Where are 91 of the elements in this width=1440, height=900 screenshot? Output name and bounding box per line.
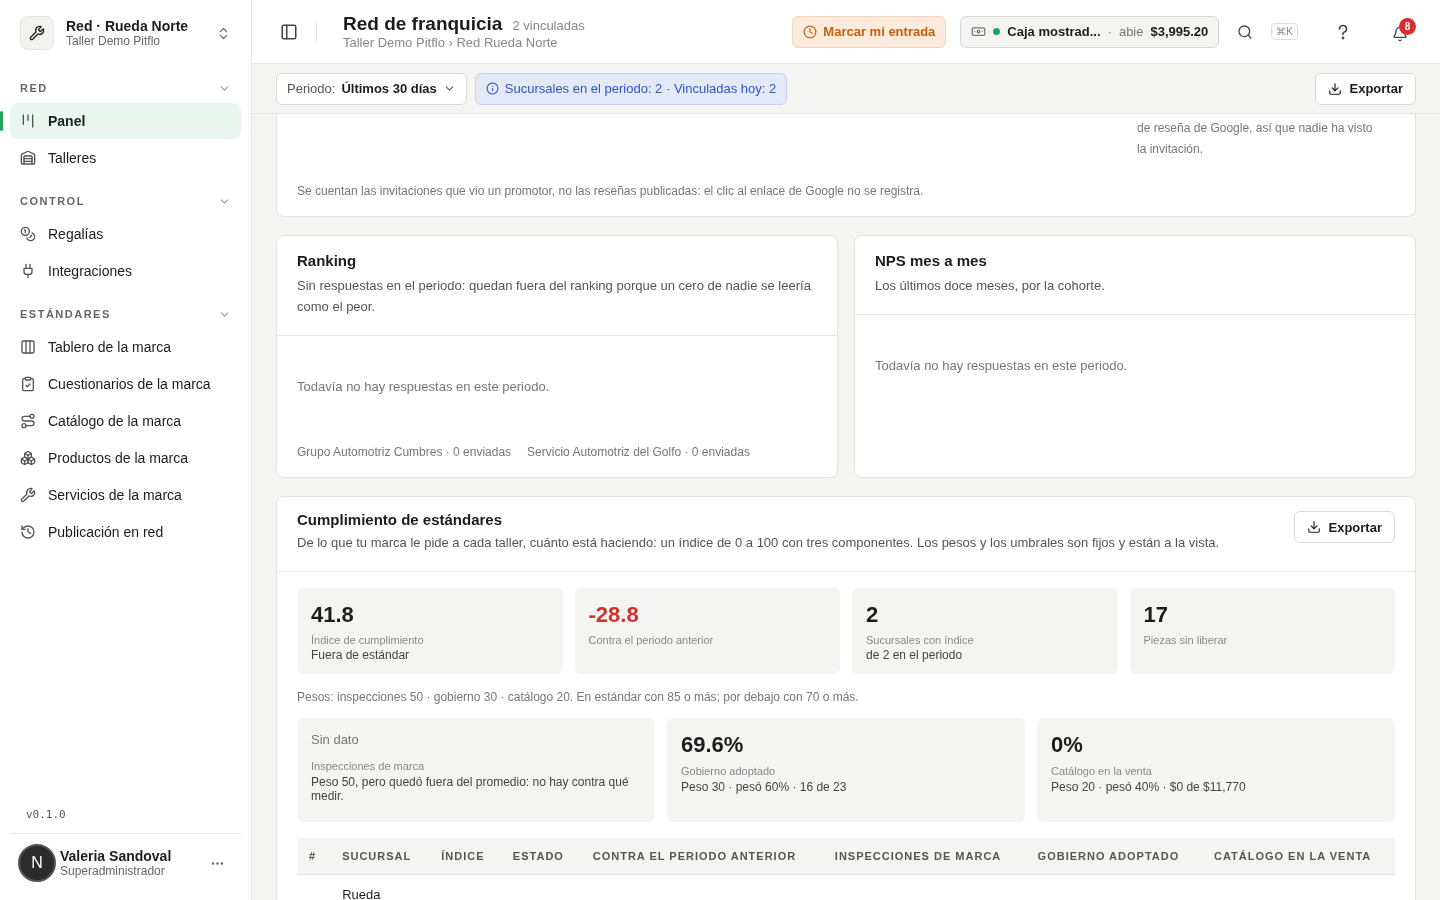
component-value: Sin dato	[311, 732, 360, 747]
component-label: Gobierno adoptado	[681, 765, 777, 777]
active-indicator	[0, 111, 3, 131]
banknote-icon	[971, 24, 987, 39]
sidebar-item[interactable]: Regalías	[10, 216, 241, 252]
sidebar-toggle-icon[interactable]	[280, 22, 298, 41]
coins-icon	[20, 226, 36, 242]
column-header: SUCURSAL	[330, 838, 430, 875]
page-title: Red de franquicia	[343, 13, 503, 35]
breadcrumb: Taller Demo Pitflo › Red Rueda Norte	[343, 35, 559, 50]
card-description: Sin respuestas en el periodo: quedan fuera del ranking porque un cero de nadie se leería como el peor.	[297, 277, 812, 316]
branch-label: Grupo Automotriz Cumbres · 0 enviadas	[297, 445, 512, 459]
clock-in-button[interactable]: Marcar mi entrada	[792, 15, 947, 48]
sidebar-item[interactable]: Servicios de la marca	[10, 477, 241, 513]
footnote: Se cuentan las invitaciones que vio un promotor, no las reseñas publicadas: el clic al enlace de Google no se registra.	[297, 184, 925, 198]
notification-badge: 8	[1399, 17, 1416, 35]
sidebar-item[interactable]: Cuestionarios de la marca	[10, 366, 241, 402]
boxes-icon	[20, 450, 36, 466]
card-description: Los últimos doce meses, por la cohorte.	[875, 277, 1106, 295]
component-value: 0%	[1051, 732, 1084, 758]
column-header: CATÁLOGO EN LA VENTA	[1201, 838, 1395, 875]
stat-value: 2	[866, 602, 880, 628]
linked-count: 2 vinculadas	[512, 18, 585, 33]
table-cell: Rueda	[330, 874, 430, 900]
section-title: RED	[20, 82, 48, 94]
history-icon	[20, 524, 36, 540]
component-detail: Peso 30 · pesó 60% · 16 de 23	[681, 780, 848, 794]
download-icon	[1327, 81, 1342, 96]
export-button[interactable]: Exportar	[1314, 72, 1416, 105]
card-title: Cumplimiento de estándares	[297, 511, 504, 528]
export-button[interactable]: Exportar	[1293, 511, 1395, 543]
user-name: Valeria Sandoval	[60, 848, 173, 864]
component-label: Inspecciones de marca	[311, 760, 426, 772]
version-label: v0.1.0	[25, 808, 67, 823]
sidebar-item[interactable]: Catálogo de la marca	[10, 403, 241, 439]
column-header: GOBIERNO ADOPTADO	[1025, 838, 1202, 875]
notifications-button[interactable]: 8	[1388, 17, 1416, 46]
sidebar-item[interactable]: Publicación en red	[10, 514, 241, 550]
warehouse-icon	[20, 150, 36, 166]
sidebar-item[interactable]: Productos de la marca	[10, 440, 241, 476]
column-header: ÍNDICE	[429, 838, 501, 875]
period-select[interactable]: Periodo: Últimos 30 días	[276, 72, 467, 105]
sidebar-item[interactable]: Tablero de la marca	[10, 329, 241, 365]
search-icon	[1237, 23, 1254, 40]
component-detail: Peso 50, pero quedó fuera del promedio: no hay contra qué medir.	[311, 775, 630, 803]
stat-value: -28.8	[588, 602, 640, 628]
branch-label: Servicio Automotriz del Golfo · 0 enviadas	[527, 445, 750, 459]
card-title: Ranking	[297, 252, 358, 269]
empty-message: Todavía no hay respuestas en este periodo.	[297, 378, 551, 396]
sidebar-item[interactable]: Talleres	[10, 140, 241, 176]
user-role: Superadministrador	[60, 864, 166, 878]
stat-detail: de 2 en el periodo	[866, 648, 964, 662]
clipboard-icon	[20, 376, 36, 392]
workspace-name: Red · Rueda Norte	[66, 18, 190, 34]
stat-label: Índice de cumplimiento	[311, 634, 425, 646]
stat-value: 17	[1143, 602, 1169, 628]
column-header: INSPECCIONES DE MARCA	[822, 838, 1026, 875]
shortcut-hint: ⌘K	[1271, 23, 1298, 40]
card-description: De lo que tu marca le pide a cada taller, cuánto está haciendo: un índice de 0 a 100 con tres componentes. Los pesos y los umbrales son fijos y están a la vista.	[297, 534, 1221, 552]
cash-register-button[interactable]: Caja mostrad... · abie $3,995.20	[960, 15, 1220, 48]
help-icon	[1336, 23, 1350, 40]
columns-icon	[20, 339, 36, 355]
column-header: CONTRA EL PERIODO ANTERIOR	[580, 838, 823, 875]
plug-icon	[20, 263, 36, 279]
info-text: Sucursales en el periodo: 2 · Vinculadas hoy: 2	[504, 81, 777, 96]
stat-label: Contra el periodo anterior	[588, 634, 715, 646]
section-title: CONTROL	[20, 195, 85, 207]
card-title: NPS mes a mes	[875, 252, 988, 269]
workspace-subtitle: Taller Demo Pitflo	[66, 34, 162, 48]
component-value: 69.6%	[681, 732, 745, 758]
sidebar-item[interactable]: Integraciones	[10, 253, 241, 289]
wrench-icon	[20, 487, 36, 503]
weights-note: Pesos: inspecciones 50 · gobierno 30 · catálogo 20. En estándar con 85 o más; por debajo con 70 o más.	[296, 689, 860, 706]
section-title: ESTÁNDARES	[20, 308, 111, 320]
column-header: ESTADO	[500, 838, 581, 875]
column-header: #	[297, 838, 331, 875]
stat-value: 41.8	[311, 602, 355, 628]
clock-icon	[803, 24, 818, 39]
stat-detail: Fuera de estándar	[311, 648, 411, 662]
stat-label: Sucursales con índice	[866, 634, 975, 646]
route-icon	[20, 413, 36, 429]
note-text: la invitación.	[1137, 141, 1205, 158]
stat-label: Piezas sin liberar	[1143, 634, 1229, 646]
user-avatar: N	[18, 844, 56, 882]
component-detail: Peso 20 · pesó 40% · $0 de $11,770	[1051, 780, 1247, 794]
note-text: de reseña de Google, así que nadie ha visto	[1137, 120, 1374, 137]
empty-message: Todavía no hay respuestas en este periodo.	[875, 357, 1129, 375]
download-icon	[1306, 520, 1321, 534]
info-icon	[485, 82, 499, 95]
component-label: Catálogo en la venta	[1051, 765, 1153, 777]
workspace-logo	[20, 16, 54, 50]
